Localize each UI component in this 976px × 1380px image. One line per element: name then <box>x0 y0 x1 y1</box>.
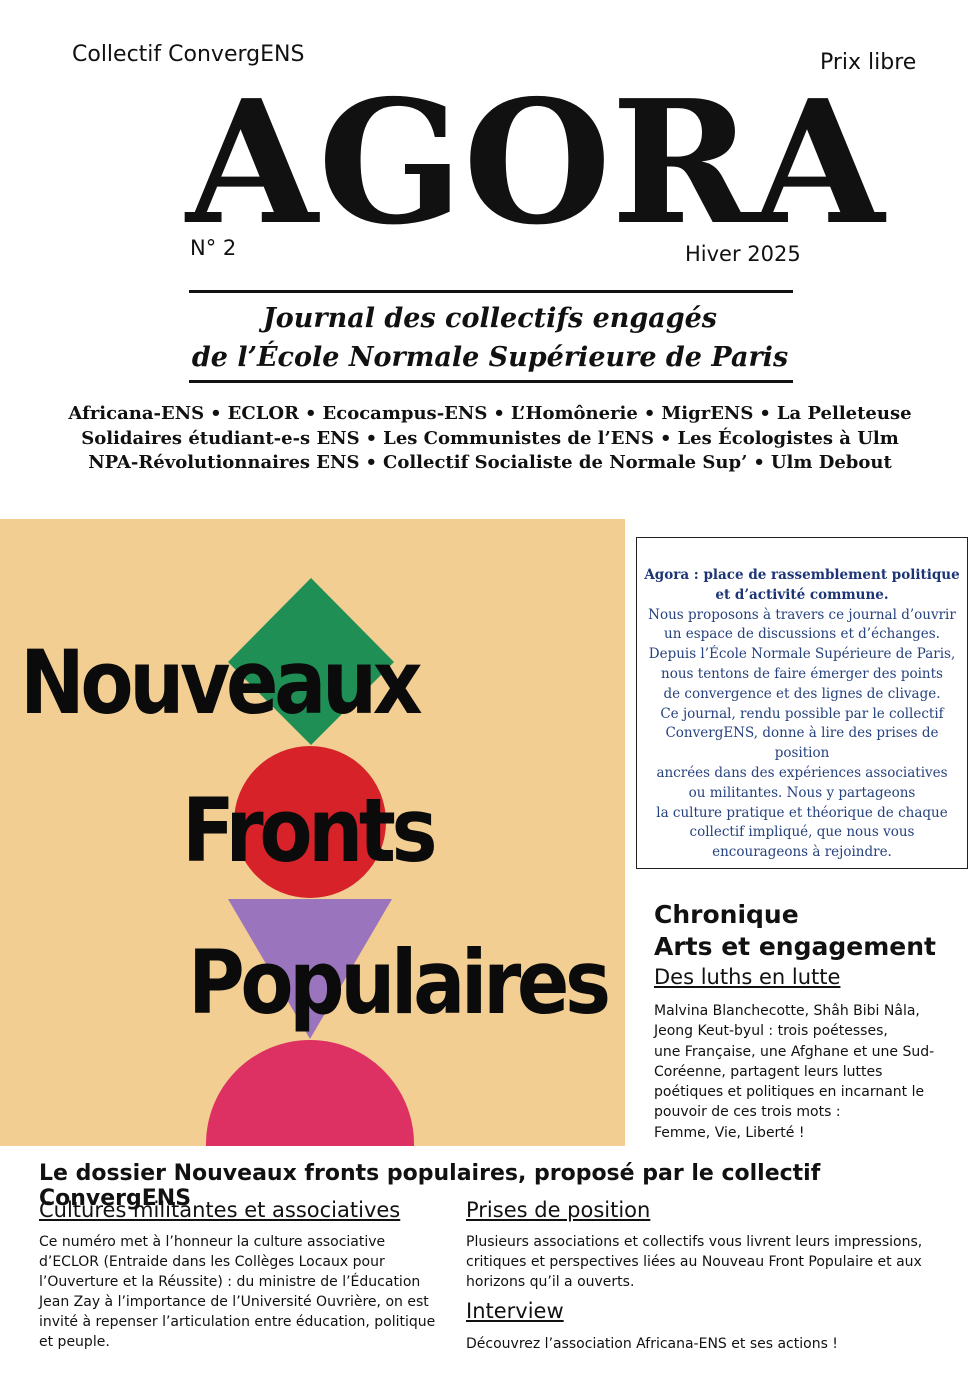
agora-line: de convergence et des lignes de clivage. <box>663 685 941 702</box>
subtitle-line-2: de l’École Normale Supérieure de Paris <box>191 342 789 373</box>
interview-section-title: Interview <box>466 1299 564 1323</box>
collective-item: Ulm Debout <box>770 452 892 473</box>
agora-line: Nous proposons à travers ce journal d’ou… <box>648 606 956 623</box>
agora-lead-line-2: et d’activité commune. <box>715 586 889 603</box>
collective-item: L’Homônerie <box>510 403 638 424</box>
cultures-section-title: Cultures militantes et associatives <box>39 1198 401 1222</box>
issue-number: N° 2 <box>190 236 237 260</box>
cover-illustration: Nouveaux Fronts Populaires <box>0 519 625 1146</box>
agora-line: collectif impliqué, que nous vous <box>689 824 915 841</box>
separator-dot: • <box>305 403 317 424</box>
chronique-line: poétiques et politiques en incarnant le <box>654 1084 925 1101</box>
positions-section-title: Prises de position <box>466 1198 651 1222</box>
collective-item: Les Écologistes à Ulm <box>677 427 899 449</box>
agora-line: ConvergENS, donne à lire des prises de p… <box>665 725 939 762</box>
pink-half-circle-shape <box>206 1040 414 1146</box>
cover-word-1: Nouveaux <box>20 631 423 734</box>
cover-word-2: Fronts <box>182 779 438 882</box>
positions-line: horizons qu’il a ouverts. <box>466 1274 635 1290</box>
journal-subtitle: Journal des collectifs engagés de l’Écol… <box>150 299 830 377</box>
separator-dot: • <box>365 452 377 473</box>
chronique-summary: Malvina Blanchecotte, Shâh Bibi Nâla, Je… <box>654 1001 954 1143</box>
agora-line: un espace de discussions et d’échanges. <box>664 626 940 643</box>
chronique-title: Des luths en lutte <box>654 965 841 989</box>
agora-line: encourageons à rejoindre. <box>712 844 892 861</box>
cultures-line: et peuple. <box>39 1334 110 1350</box>
divider-bottom <box>189 380 793 383</box>
separator-dot: • <box>659 427 672 449</box>
separator-dot: • <box>210 403 222 424</box>
chronique-line: Femme, Vie, Liberté ! <box>654 1124 805 1141</box>
positions-line: Plusieurs associations et collectifs vou… <box>466 1234 923 1250</box>
cultures-line: invité à repenser l’articulation entre é… <box>39 1314 436 1330</box>
chronique-line: Malvina Blanchecotte, Shâh Bibi Nâla, <box>654 1003 920 1019</box>
chronique-line: Coréenne, partagent leurs luttes <box>654 1063 883 1080</box>
chronique-section: Arts et engagement <box>654 932 936 961</box>
chronique-line: une Française, une Afghane et une Sud- <box>654 1043 935 1060</box>
positions-section-text: Plusieurs associations et collectifs vou… <box>466 1232 936 1292</box>
cultures-line: Jean Zay à l’importance de l’Université … <box>39 1294 429 1310</box>
agora-intro-box: Agora : place de rassemblement politique… <box>636 537 968 869</box>
chronique-heading: Chronique Arts et engagement <box>654 899 936 963</box>
chronique-line: pouvoir de ces trois mots : <box>654 1104 841 1121</box>
divider-top <box>189 290 793 293</box>
agora-line: la culture pratique et théorique de chaq… <box>656 804 948 821</box>
collective-item: MigrENS <box>661 403 754 424</box>
cultures-line: d’ECLOR (Entraide dans les Collèges Loca… <box>39 1254 385 1270</box>
agora-line: Depuis l’École Normale Supérieure de Par… <box>648 646 956 663</box>
cultures-section-text: Ce numéro met à l’honneur la culture ass… <box>39 1232 449 1352</box>
collective-item: ECLOR <box>227 403 300 424</box>
collective-item: Les Communistes de l’ENS <box>383 427 654 449</box>
collective-item: Africana-ENS <box>68 403 205 424</box>
separator-dot: • <box>759 403 771 424</box>
separator-dot: • <box>365 427 378 449</box>
cover-word-3: Populaires <box>188 931 611 1034</box>
subtitle-line-1: Journal des collectifs engagés <box>262 303 718 334</box>
collective-item: NPA-Révolutionnaires ENS <box>88 452 360 473</box>
collective-item: Solidaires étudiant-e-s ENS <box>81 427 360 449</box>
cultures-line: l’Ouverture et la Réussite) : du ministr… <box>39 1274 421 1290</box>
agora-line: nous tentons de faire émerger des points <box>661 665 943 682</box>
issue-season: Hiver 2025 <box>685 242 801 266</box>
positions-line: critiques et perspectives liées au Nouve… <box>466 1254 922 1270</box>
agora-lead-line-1: Agora : place de rassemblement politique <box>644 567 960 583</box>
chronique-line: Jeong Keut-byul : trois poétesses, <box>654 1023 888 1040</box>
chronique-kicker: Chronique <box>654 900 799 929</box>
journal-title: AGORA <box>186 63 885 263</box>
collectives-line-2: Solidaires étudiant-e-s ENS • Les Communis… <box>40 427 940 452</box>
agora-line: ou militantes. Nous y partageons <box>688 784 916 801</box>
separator-dot: • <box>493 403 505 424</box>
interview-section-text: Découvrez l’association Africana-ENS et … <box>466 1336 838 1352</box>
cultures-line: Ce numéro met à l’honneur la culture ass… <box>39 1234 386 1250</box>
separator-dot: • <box>643 403 656 424</box>
collective-item: Collectif Socialiste de Normale Sup’ <box>383 452 748 473</box>
agora-line: ancrées dans des expériences associative… <box>656 764 948 781</box>
separator-dot: • <box>753 452 765 473</box>
collective-item: Ecocampus-ENS <box>322 403 488 424</box>
collectives-line-3: NPA-Révolutionnaires ENS • Collectif Socia… <box>40 451 940 476</box>
collective-item: La Pelleteuse <box>776 403 912 424</box>
collectives-list: Africana-ENS • ECLOR • Ecocampus-ENS • L’Homôn… <box>40 402 940 476</box>
collectives-line-1: Africana-ENS • ECLOR • Ecocampus-ENS • L’Homôn… <box>40 402 940 427</box>
agora-line: Ce journal, rendu possible par le collec… <box>660 705 944 722</box>
